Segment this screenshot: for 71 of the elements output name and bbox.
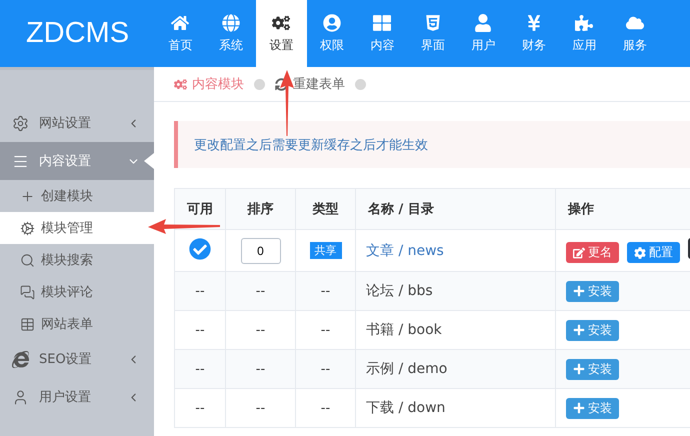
sidebar-subitem[interactable]: 网站表单 — [0, 308, 154, 340]
settings-icon — [12, 114, 29, 132]
rename-button[interactable]: 更名 — [566, 242, 619, 264]
nav-tab[interactable]: 设置 — [256, 0, 306, 67]
sidebar-subitem[interactable]: 模块搜索 — [0, 244, 154, 276]
order-input[interactable]: 0 — [240, 238, 280, 264]
nav-tab[interactable]: 用户 — [458, 0, 508, 67]
plus-icon — [573, 324, 585, 336]
browser-e-icon — [12, 350, 29, 368]
nav-tab[interactable]: 应用 — [559, 0, 610, 67]
alert-message: 更改配置之后需要更新缓存之后才能生效 — [174, 121, 690, 168]
sidebar-item[interactable]: SEO设置 — [0, 340, 154, 378]
table-icon — [20, 316, 35, 332]
plus-icon — [573, 363, 585, 375]
column-header: 类型 — [296, 188, 356, 230]
pointer-notch — [144, 153, 154, 169]
table-cell: -- — [296, 388, 356, 428]
nav-tab[interactable]: 首页 — [155, 0, 206, 67]
sidebar-subitem[interactable]: 模块评论 — [0, 276, 154, 308]
module-name: 示例 / demo — [366, 361, 448, 377]
sidebar-item[interactable]: 内容设置 — [0, 142, 154, 180]
puzzle-icon — [575, 14, 594, 32]
user-icon — [474, 14, 492, 32]
nav-tab[interactable]: 界面 — [408, 0, 458, 67]
sidebar-item[interactable]: 用户设置 — [0, 378, 154, 416]
gears-icon — [272, 14, 290, 32]
sidebar-subitem[interactable]: 模块管理 — [0, 212, 154, 244]
breadcrumb-tab[interactable]: 内容模块 — [174, 75, 244, 93]
module-name: 书籍 / book — [366, 322, 442, 338]
gears-icon — [174, 78, 187, 90]
chat-icon — [20, 284, 35, 300]
nav-tab[interactable]: 内容 — [357, 0, 408, 67]
module-name: 下载 / down — [366, 400, 446, 416]
arrow-icon — [148, 219, 220, 234]
nav-tab[interactable]: 系统 — [206, 0, 256, 67]
grid-icon — [373, 14, 392, 32]
sidebar-item[interactable]: 网站设置 — [0, 104, 154, 142]
logo: ZDCMS — [24, 16, 130, 51]
config-button[interactable]: 配置 — [627, 242, 680, 264]
module-link[interactable]: 文章 / news — [366, 242, 444, 258]
module-name: 论坛 / bbs — [366, 283, 433, 299]
cloud-icon — [626, 14, 644, 32]
install-button[interactable]: 安装 — [566, 280, 619, 302]
gear-icon — [634, 246, 646, 259]
nav-tab[interactable]: 财务 — [508, 0, 559, 67]
column-header: 操作 — [556, 188, 690, 230]
type-tag: 共享 — [310, 242, 342, 259]
dot-icon — [254, 78, 265, 90]
table-cell: -- — [226, 388, 296, 428]
globe-icon — [222, 14, 240, 32]
install-button[interactable]: 安装 — [566, 320, 619, 340]
sidebar-subitem[interactable]: 创建模块 — [0, 180, 154, 212]
nav-tab[interactable]: 服务 — [610, 0, 660, 67]
html5-icon — [424, 14, 442, 32]
dot-icon — [355, 78, 366, 90]
nav-tab[interactable]: 权限 — [306, 0, 357, 67]
plus-icon — [573, 402, 585, 414]
install-button[interactable]: 安装 — [566, 398, 619, 418]
cog-icon — [20, 220, 35, 236]
search-icon — [20, 252, 35, 268]
column-header: 排序 — [226, 188, 296, 230]
edit-icon — [573, 246, 585, 259]
user-icon — [12, 388, 29, 406]
column-header: 可用 — [174, 188, 226, 230]
install-button[interactable]: 安装 — [566, 358, 619, 380]
plus-icon — [20, 188, 35, 204]
plus-icon — [573, 285, 585, 297]
arrow-icon — [280, 70, 294, 136]
column-header: 名称 / 目录 — [356, 188, 556, 230]
table-cell: -- — [174, 388, 226, 428]
home-icon — [171, 14, 190, 32]
